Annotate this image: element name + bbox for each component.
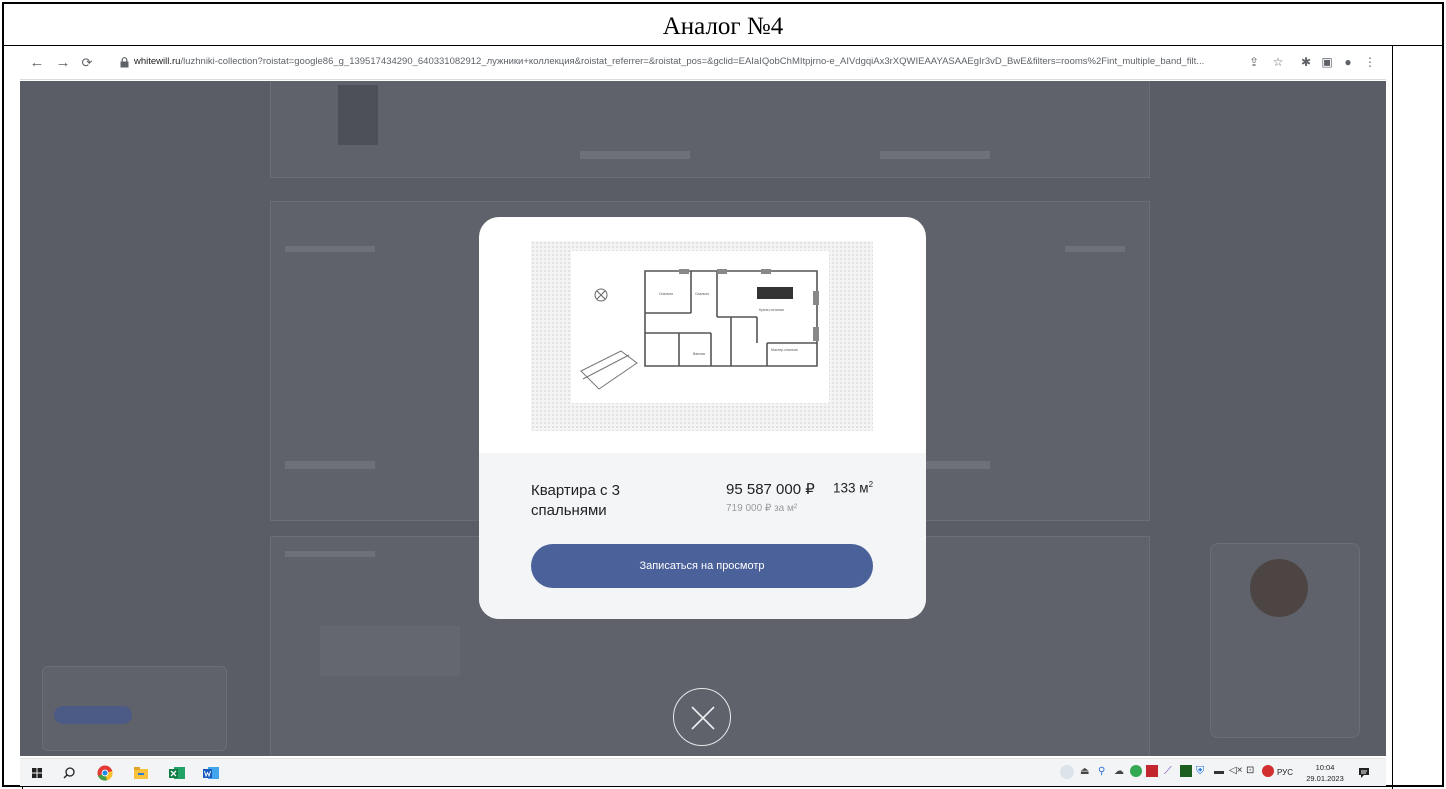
windows-taskbar: ⏏ ⚲ ☁ ⟋ ⛨ ▬ ◁× ⊡ РУС 10:04 29.01.2023 <box>20 758 1386 786</box>
reload-icon[interactable]: ⟳ <box>78 54 96 72</box>
tray-app-icon[interactable] <box>1060 765 1074 779</box>
floor-plan-image: Спальня Спальня Кухня-гостиная Мастер-сп… <box>571 251 829 403</box>
bookmark-star-icon[interactable]: ☆ <box>1270 55 1286 69</box>
tray-nvidia-icon[interactable] <box>1180 765 1192 777</box>
tray-display-icon[interactable]: ⊡ <box>1246 765 1254 776</box>
url-path: /luzhniki-collection?roistat=google86_g_… <box>180 56 1205 67</box>
notifications-icon[interactable] <box>1357 766 1371 780</box>
extensions-icon[interactable]: ✱ <box>1298 55 1314 69</box>
bg-text <box>880 151 990 159</box>
forward-icon[interactable]: → <box>54 54 72 72</box>
chrome-icon[interactable] <box>96 764 114 782</box>
tray-clock[interactable]: 10:04 29.01.2023 <box>1303 762 1347 784</box>
tray-opera-icon[interactable] <box>1262 765 1274 777</box>
bg-button <box>54 706 132 724</box>
apartment-modal: Спальня Спальня Кухня-гостиная Мастер-сп… <box>479 217 926 619</box>
area-unit-sup: 2 <box>868 480 874 489</box>
browser-toolbar: ← → ⟳ whitewill.ru/luzhniki-collection?r… <box>20 46 1386 80</box>
clock-date: 29.01.2023 <box>1306 774 1344 783</box>
browser-window: ← → ⟳ whitewill.ru/luzhniki-collection?r… <box>20 46 1386 786</box>
svg-text:Кухня-гостиная: Кухня-гостиная <box>759 308 784 312</box>
back-icon[interactable]: ← <box>28 54 46 72</box>
apartment-area: 133 м2 <box>833 480 873 496</box>
tray-pen-icon[interactable]: ⟋ <box>1164 765 1172 778</box>
bg-text <box>1065 246 1125 252</box>
svg-text:Спальня: Спальня <box>695 292 709 296</box>
bg-text-block <box>320 626 460 676</box>
bg-text <box>580 151 690 159</box>
floor-plan-drawing: Спальня Спальня Кухня-гостиная Мастер-сп… <box>580 269 819 390</box>
apartment-title: Квартира с 3 спальнями <box>531 482 621 519</box>
document-title: Аналог №4 <box>4 4 1442 46</box>
apartment-price: 95 587 000 ₽ <box>726 481 815 498</box>
clock-time: 10:04 <box>1315 763 1335 772</box>
close-modal-button[interactable] <box>673 688 731 746</box>
bg-text <box>285 461 375 469</box>
tray-app-icon[interactable] <box>1130 765 1142 777</box>
profile-icon[interactable]: ● <box>1340 55 1356 69</box>
page-overlay[interactable]: Спальня Спальня Кухня-гостиная Мастер-сп… <box>20 81 1386 756</box>
address-bar[interactable]: whitewill.ru/luzhniki-collection?roistat… <box>134 56 1234 67</box>
tray-language[interactable]: РУС <box>1277 768 1293 777</box>
url-host: whitewill.ru <box>134 56 181 67</box>
area-value: 133 м <box>833 480 869 496</box>
bg-text <box>285 246 375 252</box>
search-icon[interactable] <box>60 764 78 782</box>
svg-text:Ванная: Ванная <box>693 352 705 356</box>
bg-avatar <box>1250 559 1308 617</box>
tray-usb-icon[interactable]: ⏏ <box>1080 766 1089 777</box>
tray-volume-icon[interactable]: ◁× <box>1229 765 1243 776</box>
floor-plan-area: Спальня Спальня Кухня-гостиная Мастер-сп… <box>531 241 873 431</box>
share-icon[interactable]: ⇪ <box>1246 55 1262 69</box>
windows-start-icon[interactable] <box>28 764 46 782</box>
apartment-info: Квартира с 3 спальнями 95 587 000 ₽ 133 … <box>479 453 926 619</box>
price-per-square-meter: 719 000 ₽ за м² <box>726 503 798 514</box>
bg-header-card <box>270 81 1150 178</box>
word-icon[interactable] <box>202 764 220 782</box>
tray-app-icon[interactable] <box>1146 765 1158 777</box>
menu-kebab-icon[interactable]: ⋮ <box>1362 55 1378 69</box>
tray-location-icon[interactable]: ⚲ <box>1098 766 1105 777</box>
tray-battery-icon[interactable]: ▬ <box>1214 766 1224 777</box>
bg-text <box>285 551 375 557</box>
book-viewing-button[interactable]: Записаться на просмотр <box>531 544 873 588</box>
side-panel-icon[interactable]: ▣ <box>1319 55 1335 69</box>
file-explorer-icon[interactable] <box>132 764 150 782</box>
tray-cloud-icon[interactable]: ☁ <box>1114 766 1124 777</box>
close-icon <box>691 706 715 730</box>
tray-network-icon[interactable]: ⛨ <box>1196 765 1204 778</box>
frame-divider-right <box>1392 46 1393 789</box>
bg-logo <box>338 85 378 145</box>
excel-icon[interactable] <box>168 764 186 782</box>
svg-text:Спальня: Спальня <box>659 292 673 296</box>
lock-icon[interactable] <box>120 57 129 68</box>
svg-text:Мастер-спальня: Мастер-спальня <box>771 348 798 352</box>
